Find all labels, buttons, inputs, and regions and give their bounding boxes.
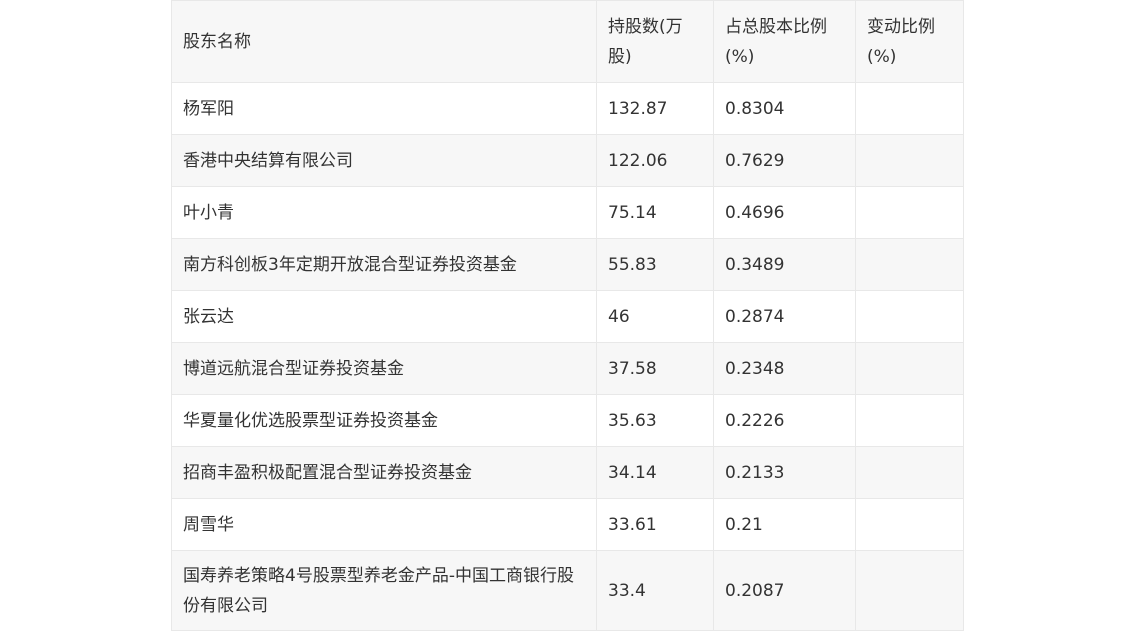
header-row: 股东名称 持股数(万股) 占总股本比例(%) 变动比例(%) (171, 0, 964, 83)
table-row: 南方科创板3年定期开放混合型证券投资基金 55.83 0.3489 (171, 238, 964, 291)
cell-shares: 132.87 (596, 82, 714, 135)
cell-name: 国寿养老策略4号股票型养老金产品-中国工商银行股份有限公司 (171, 550, 597, 631)
cell-name: 杨军阳 (171, 82, 597, 135)
cell-change (855, 134, 964, 187)
table-body: 杨军阳 132.87 0.8304 香港中央结算有限公司 122.06 0.76… (171, 82, 964, 631)
table-row: 华夏量化优选股票型证券投资基金 35.63 0.2226 (171, 394, 964, 447)
cell-name: 博道远航混合型证券投资基金 (171, 342, 597, 395)
cell-ratio: 0.8304 (713, 82, 856, 135)
cell-change (855, 550, 964, 631)
cell-name: 南方科创板3年定期开放混合型证券投资基金 (171, 238, 597, 291)
cell-ratio: 0.3489 (713, 238, 856, 291)
cell-ratio: 0.7629 (713, 134, 856, 187)
cell-name: 周雪华 (171, 498, 597, 551)
cell-shares: 34.14 (596, 446, 714, 499)
cell-name: 招商丰盈积极配置混合型证券投资基金 (171, 446, 597, 499)
header-change-ratio: 变动比例(%) (855, 0, 964, 83)
cell-ratio: 0.21 (713, 498, 856, 551)
cell-shares: 33.4 (596, 550, 714, 631)
cell-ratio: 0.2226 (713, 394, 856, 447)
table-row: 杨军阳 132.87 0.8304 (171, 82, 964, 135)
cell-ratio: 0.2087 (713, 550, 856, 631)
cell-ratio: 0.2348 (713, 342, 856, 395)
shareholder-table-container: 股东名称 持股数(万股) 占总股本比例(%) 变动比例(%) 杨军阳 132.8… (171, 0, 964, 631)
table-row: 叶小青 75.14 0.4696 (171, 186, 964, 239)
table-row: 张云达 46 0.2874 (171, 290, 964, 343)
cell-name: 香港中央结算有限公司 (171, 134, 597, 187)
cell-shares: 75.14 (596, 186, 714, 239)
table-row: 周雪华 33.61 0.21 (171, 498, 964, 551)
table-row: 香港中央结算有限公司 122.06 0.7629 (171, 134, 964, 187)
cell-ratio: 0.2874 (713, 290, 856, 343)
cell-change (855, 82, 964, 135)
cell-shares: 35.63 (596, 394, 714, 447)
cell-shares: 122.06 (596, 134, 714, 187)
cell-change (855, 342, 964, 395)
cell-shares: 37.58 (596, 342, 714, 395)
cell-change (855, 394, 964, 447)
cell-shares: 46 (596, 290, 714, 343)
cell-shares: 33.61 (596, 498, 714, 551)
cell-ratio: 0.2133 (713, 446, 856, 499)
table-row: 招商丰盈积极配置混合型证券投资基金 34.14 0.2133 (171, 446, 964, 499)
cell-name: 张云达 (171, 290, 597, 343)
cell-ratio: 0.4696 (713, 186, 856, 239)
header-shares: 持股数(万股) (596, 0, 714, 83)
cell-change (855, 290, 964, 343)
shareholder-table: 股东名称 持股数(万股) 占总股本比例(%) 变动比例(%) 杨军阳 132.8… (171, 0, 964, 631)
table-header: 股东名称 持股数(万股) 占总股本比例(%) 变动比例(%) (171, 0, 964, 83)
header-shareholder-name: 股东名称 (171, 0, 597, 83)
table-row: 博道远航混合型证券投资基金 37.58 0.2348 (171, 342, 964, 395)
table-row: 国寿养老策略4号股票型养老金产品-中国工商银行股份有限公司 33.4 0.208… (171, 550, 964, 631)
cell-shares: 55.83 (596, 238, 714, 291)
cell-name: 叶小青 (171, 186, 597, 239)
cell-name: 华夏量化优选股票型证券投资基金 (171, 394, 597, 447)
header-share-ratio: 占总股本比例(%) (713, 0, 856, 83)
cell-change (855, 186, 964, 239)
cell-change (855, 498, 964, 551)
cell-change (855, 238, 964, 291)
cell-change (855, 446, 964, 499)
